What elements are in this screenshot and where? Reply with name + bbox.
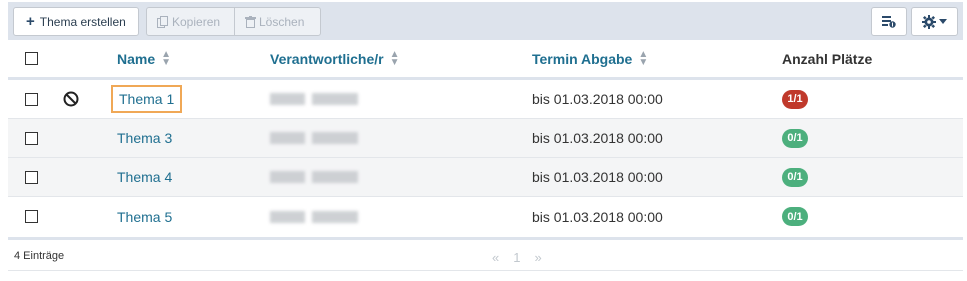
toolbar: + Thema erstellen Kopieren Löschen <box>8 2 963 40</box>
delete-label: Löschen <box>259 14 305 29</box>
blocked-icon <box>63 91 79 107</box>
deadline-value: bis 01.03.2018 00:00 <box>532 130 663 146</box>
copy-label: Kopieren <box>172 14 221 29</box>
create-topic-label: Thema erstellen <box>39 14 126 29</box>
responsible-person-blurred <box>270 132 358 144</box>
deadline-value: bis 01.03.2018 00:00 <box>532 91 663 107</box>
copy-button[interactable]: Kopieren <box>147 8 235 35</box>
topic-link[interactable]: Thema 4 <box>117 169 172 185</box>
topic-link[interactable]: Thema 1 <box>110 85 183 113</box>
column-seats-label: Anzahl Plätze <box>782 50 873 67</box>
row-checkbox[interactable] <box>25 170 38 184</box>
column-responsible-label: Verantwortliche/r <box>270 50 384 67</box>
sort-icon: ▲ ▼ <box>638 48 649 68</box>
responsible-person-blurred <box>270 171 358 183</box>
topic-link[interactable]: Thema 3 <box>117 130 172 146</box>
columns-icon <box>882 15 896 28</box>
table-row: Thema 5 bis 01.03.2018 00:00 0/1 <box>8 197 963 236</box>
gear-icon <box>922 14 936 29</box>
seats-badge: 1/1 <box>782 89 808 109</box>
deadline-value: bis 01.03.2018 00:00 <box>532 169 663 185</box>
sort-name-header[interactable]: Name ▲ ▼ <box>117 40 171 77</box>
row-checkbox[interactable] <box>25 210 38 223</box>
responsible-person-blurred <box>270 210 358 223</box>
settings-dropdown-button[interactable] <box>911 7 958 36</box>
copy-delete-group: Kopieren Löschen <box>146 7 321 36</box>
caret-down-icon <box>939 19 947 24</box>
pagination: « 1 » <box>492 250 542 265</box>
column-name-label: Name <box>117 50 156 67</box>
plus-icon: + <box>26 13 35 30</box>
pagination-next[interactable]: » <box>534 250 541 265</box>
select-all-checkbox[interactable] <box>25 52 38 65</box>
pagination-prev[interactable]: « <box>492 250 499 265</box>
topics-table: Name ▲ ▼ Verantwortliche/r ▲ ▼ Termin Abga… <box>8 40 963 236</box>
responsible-person-blurred <box>270 93 358 105</box>
entry-count: 4 Einträge <box>14 250 65 262</box>
seats-badge: 0/1 <box>782 167 808 187</box>
topic-link[interactable]: Thema 5 <box>117 209 172 225</box>
column-settings-button[interactable] <box>871 7 907 36</box>
seats-badge: 0/1 <box>782 207 808 226</box>
seats-badge: 0/1 <box>782 128 808 148</box>
row-checkbox[interactable] <box>25 92 38 106</box>
deadline-value: bis 01.03.2018 00:00 <box>532 208 663 225</box>
delete-button[interactable]: Löschen <box>235 8 320 35</box>
trash-icon <box>245 15 256 28</box>
pagination-page[interactable]: 1 <box>513 250 520 265</box>
row-checkbox[interactable] <box>25 131 38 145</box>
sort-responsible-header[interactable]: Verantwortliche/r ▲ ▼ <box>270 40 400 77</box>
table-row: Thema 3 bis 01.03.2018 00:00 0/1 <box>8 119 963 158</box>
sort-deadline-header[interactable]: Termin Abgabe ▲ ▼ <box>532 40 648 77</box>
table-row: Thema 4 bis 01.03.2018 00:00 0/1 <box>8 158 963 197</box>
sort-icon: ▲ ▼ <box>389 48 400 68</box>
column-deadline-label: Termin Abgabe <box>532 50 633 67</box>
sort-icon: ▲ ▼ <box>161 48 172 68</box>
create-topic-button[interactable]: + Thema erstellen <box>13 7 139 36</box>
table-row: Thema 1 bis 01.03.2018 00:00 1/1 <box>8 80 963 119</box>
copy-icon <box>157 15 168 28</box>
table-footer: 4 Einträge « 1 » <box>8 237 963 271</box>
table-header: Name ▲ ▼ Verantwortliche/r ▲ ▼ Termin Abga… <box>8 40 963 80</box>
